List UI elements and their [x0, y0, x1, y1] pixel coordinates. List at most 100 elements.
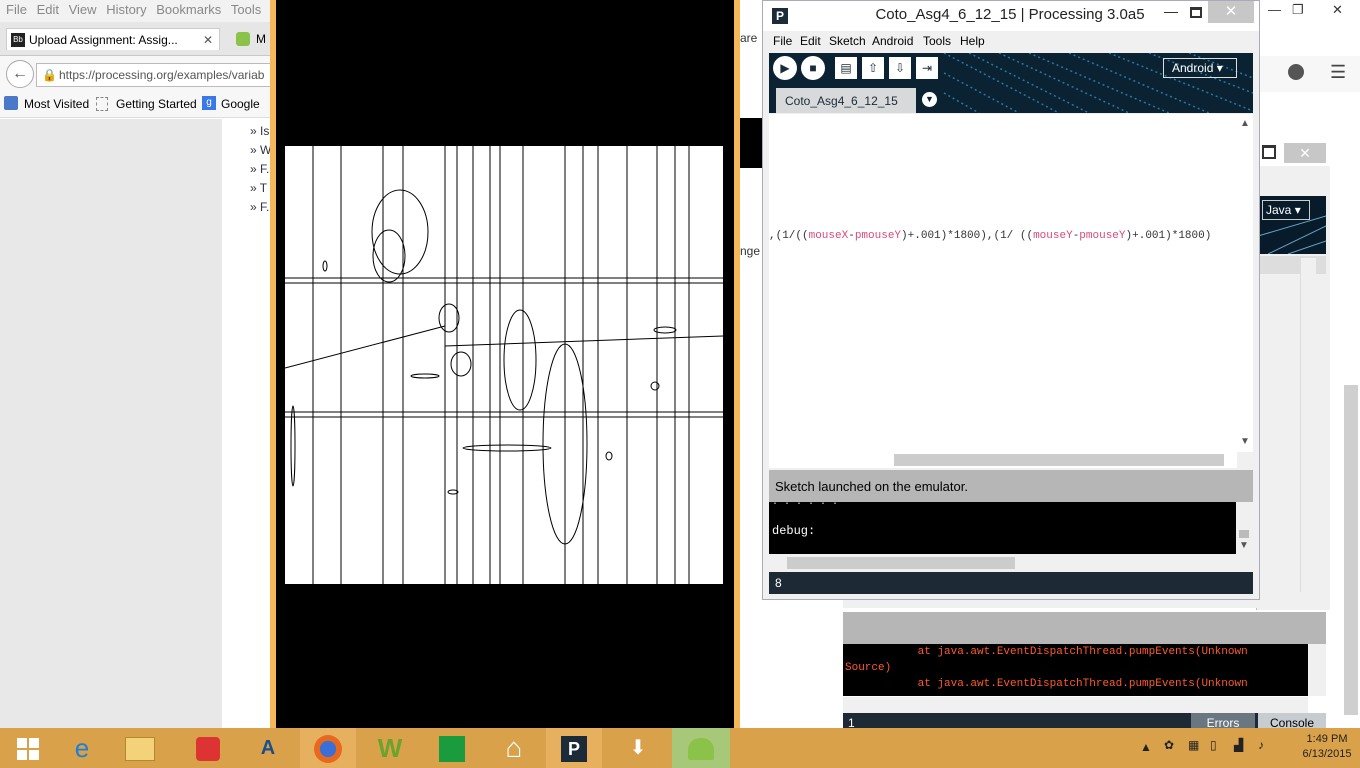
firefox-tab-strip: Bb Upload Assignment: Assig... ✕ M [0, 22, 270, 56]
volume-icon[interactable]: ♪ [1258, 738, 1264, 752]
list-item[interactable]: » T [250, 179, 270, 198]
console-line: at java.awt.EventDispatchThread.pumpEven… [845, 646, 1248, 658]
tab-label: Upload Assignment: Assig... [29, 33, 178, 47]
open-button[interactable]: ⇧ [862, 57, 884, 79]
menu-file[interactable]: File [6, 0, 27, 20]
tab-close-icon[interactable]: ✕ [203, 29, 213, 50]
clock-date: 6/13/2015 [1302, 748, 1352, 760]
wunderlist-icon[interactable]: W [362, 728, 418, 768]
google-icon: g [202, 96, 216, 110]
code-keyword: pmouseY [854, 230, 902, 242]
most-visited-icon [4, 96, 18, 110]
menu-tools[interactable]: Tools [231, 0, 261, 20]
menu-view[interactable]: View [69, 0, 97, 20]
stop-button[interactable]: ■ [801, 56, 825, 80]
list-item[interactable]: » F. [250, 160, 270, 179]
sketch-tab[interactable]: Coto_Asg4_6_12_15 [776, 88, 916, 113]
url-bar[interactable]: 🔒 https://processing.org/examples/variab [36, 63, 276, 87]
app-store-icon[interactable]: A [240, 728, 296, 768]
new-button[interactable]: ▤ [835, 57, 857, 79]
start-windows-icon[interactable] [0, 728, 56, 768]
menu-edit[interactable]: Edit [37, 0, 59, 20]
emulator-sketch-canvas[interactable] [285, 146, 723, 584]
editor-vscrollbar[interactable]: ▲ ▼ [1237, 114, 1253, 452]
tab-upload-assignment[interactable]: Bb Upload Assignment: Assig... ✕ [6, 28, 220, 50]
menu-edit[interactable]: Edit [800, 34, 821, 48]
console-cut-line: · · · · · · [772, 502, 839, 510]
bookmark-getting-started[interactable]: Getting Started [116, 97, 197, 111]
battery-icon[interactable]: ▯ [1210, 738, 1217, 752]
console-scrollbar[interactable] [1308, 644, 1326, 696]
minimize-icon[interactable]: — [1160, 3, 1182, 23]
stop-icon: ■ [809, 61, 817, 75]
firefox-menubar: File Edit View History Bookmarks Tools [0, 0, 270, 22]
chevron-down-icon: ▾ [1216, 61, 1223, 75]
scroll-down-icon[interactable]: ▼ [1240, 436, 1250, 447]
tab-second[interactable]: M [232, 28, 270, 50]
signal-icon[interactable]: ▟ [1234, 738, 1243, 752]
menu-android[interactable]: Android [872, 34, 913, 48]
store-icon[interactable] [424, 728, 480, 768]
android-emulator-taskbar-icon[interactable] [672, 728, 730, 768]
chat-icon[interactable] [1288, 64, 1304, 80]
restore-icon[interactable]: ❐ [1292, 2, 1304, 18]
menu-file[interactable]: File [773, 34, 792, 48]
scroll-up-icon[interactable]: ▲ [1240, 118, 1250, 129]
console-vscrollbar[interactable]: ▼ [1236, 502, 1253, 554]
chevron-up-icon[interactable]: ▲ [1140, 740, 1152, 754]
menu-tools[interactable]: Tools [923, 34, 951, 48]
window2-vscrollbar[interactable] [1300, 258, 1316, 592]
console-line: Source) [845, 662, 892, 674]
clock[interactable]: 1:49 PM 6/13/2015 [1300, 732, 1354, 764]
list-item[interactable]: » Is [250, 122, 270, 141]
blackboard-icon: Bb [11, 33, 25, 47]
tab-menu-chevron-icon[interactable]: ▼ [922, 92, 937, 107]
save-button[interactable]: ⇩ [889, 57, 911, 79]
close-icon[interactable]: ✕ [1284, 143, 1326, 163]
firefox-icon[interactable] [300, 728, 356, 768]
scroll-down-icon[interactable]: ▼ [1239, 540, 1249, 551]
menu-bookmarks[interactable]: Bookmarks [156, 0, 221, 20]
menu-sketch[interactable]: Sketch [829, 34, 866, 48]
code-token: - [848, 230, 855, 242]
play-icon: ▶ [780, 61, 790, 75]
export-button[interactable]: ⇥ [916, 57, 938, 79]
getting-started-icon [96, 97, 108, 111]
close-icon[interactable]: ✕ [1208, 1, 1254, 23]
code-keyword: pmouseY [1079, 230, 1126, 242]
code-editor[interactable] [769, 114, 1237, 452]
console-hscroll-thumb[interactable] [787, 557, 1015, 569]
maximize-icon[interactable] [1262, 145, 1276, 159]
close-icon[interactable]: ✕ [1332, 2, 1343, 18]
list-item[interactable]: » F. [250, 198, 270, 217]
android-icon [236, 32, 250, 46]
home-icon[interactable]: ⌂ [486, 728, 542, 768]
mode-selector[interactable]: Java ▾ [1262, 200, 1310, 220]
internet-explorer-icon[interactable]: e [54, 728, 110, 768]
list-item[interactable]: » W [250, 141, 270, 160]
system-tray: ▲ ✿ ▦ ▯ ▟ ♪ [1140, 732, 1300, 764]
sketch-drawing [285, 146, 723, 584]
page-scrollbar-thumb[interactable] [1344, 385, 1358, 715]
back-arrow-icon[interactable]: ← [6, 60, 34, 88]
menu-hamburger-icon[interactable]: ☰ [1330, 62, 1346, 83]
line-number-bar: 8 [769, 572, 1253, 594]
display-icon[interactable]: ▦ [1188, 738, 1199, 752]
bookmark-most-visited[interactable]: Most Visited [24, 97, 89, 111]
mode-selector[interactable]: Android ▾ [1163, 58, 1237, 78]
download-icon[interactable]: ⬇ [610, 728, 666, 768]
menu-history[interactable]: History [106, 0, 146, 20]
run-button[interactable]: ▶ [773, 56, 797, 80]
processing-taskbar-icon[interactable]: P [546, 728, 602, 768]
maximize-icon[interactable] [1184, 3, 1208, 23]
editor-hscroll-thumb[interactable] [894, 454, 1224, 466]
minimize-icon[interactable]: — [1268, 2, 1281, 17]
console-hscrollbar[interactable] [843, 697, 1308, 713]
bookmark-google[interactable]: Google [221, 97, 260, 111]
settings-icon[interactable]: ✿ [1164, 738, 1174, 752]
file-explorer-icon[interactable] [112, 728, 168, 768]
menu-help[interactable]: Help [960, 34, 985, 48]
mode-label: Java [1266, 203, 1292, 217]
todoist-icon[interactable] [180, 728, 236, 768]
clock-time: 1:49 PM [1306, 733, 1348, 745]
